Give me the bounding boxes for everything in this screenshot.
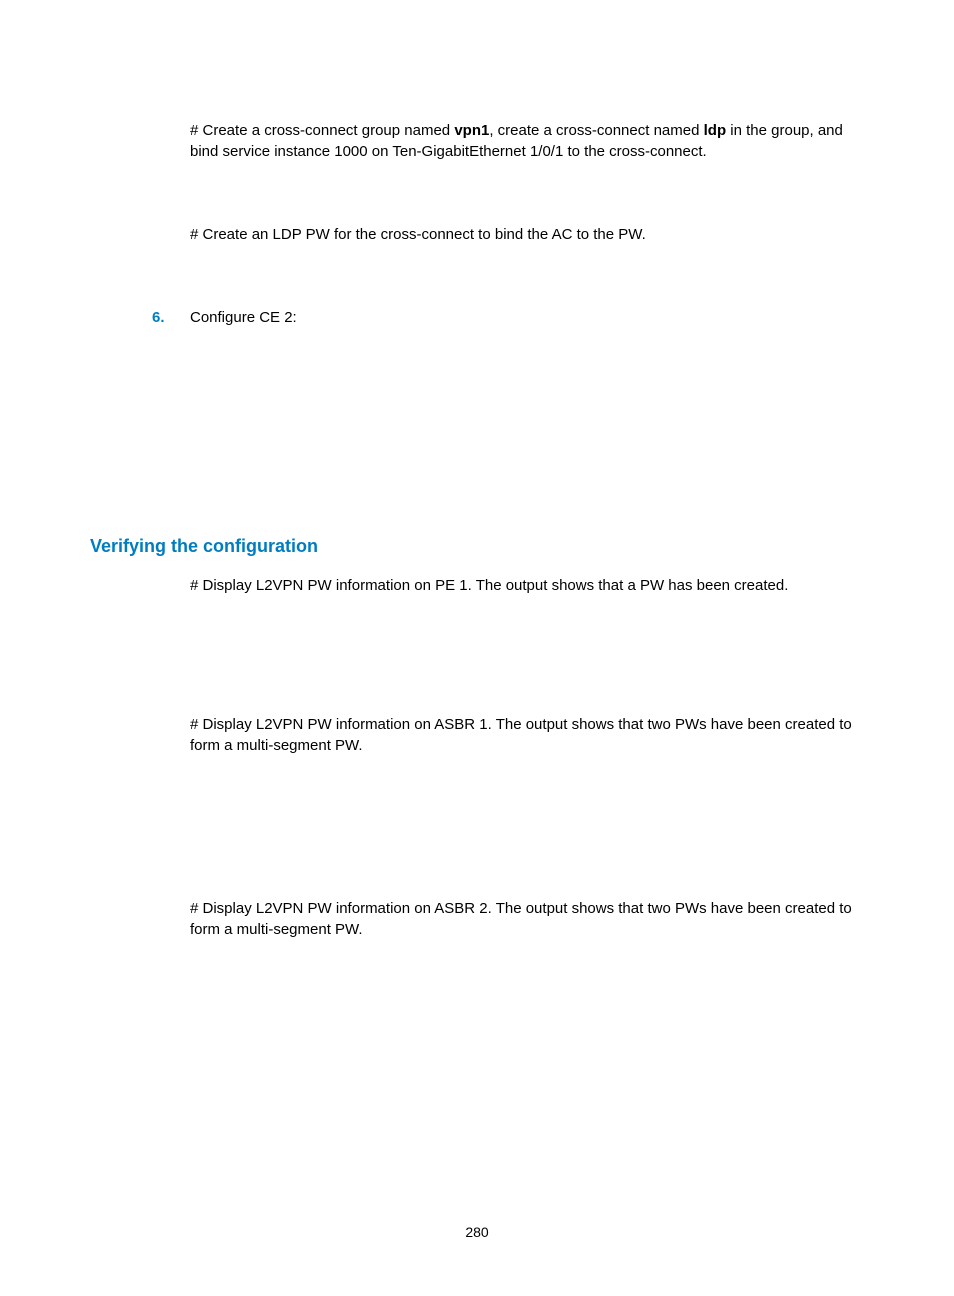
section-heading: Verifying the configuration [90,536,864,557]
list-text: Configure CE 2: [190,309,297,326]
document-page: # Create a cross-connect group named vpn… [0,0,954,1296]
step-paragraph: # Display L2VPN PW information on ASBR 1… [190,714,854,756]
term-ldp: ldp [704,122,727,139]
list-marker: 6. [152,309,190,326]
step-paragraph: # Display L2VPN PW information on ASBR 2… [190,898,854,940]
step-paragraph: # Display L2VPN PW information on PE 1. … [190,575,854,596]
step-paragraph: # Create an LDP PW for the cross-connect… [190,224,854,245]
text-run: , create a cross-connect named [489,122,703,139]
term-vpn1: vpn1 [454,122,489,139]
text-run: # Create a cross-connect group named [190,122,454,139]
step-paragraph: # Create a cross-connect group named vpn… [190,120,854,162]
ordered-list-item: 6. Configure CE 2: [152,309,864,326]
page-number: 280 [0,1224,954,1240]
